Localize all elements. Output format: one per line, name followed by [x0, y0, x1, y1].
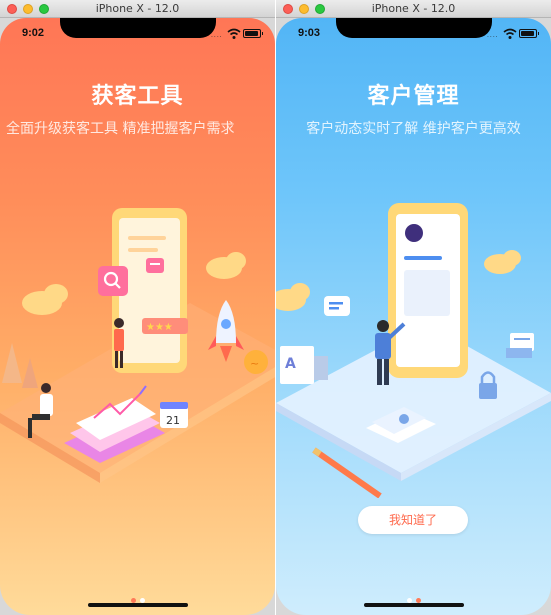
battery-icon: [243, 29, 261, 38]
onboarding-subtitle: 全面升级获客工具 精准把握客户需求: [6, 121, 235, 137]
status-icons: ····: [487, 28, 539, 41]
status-bar: 9:02 ····: [0, 18, 275, 48]
cloud-icon: [484, 250, 521, 274]
window-titlebar[interactable]: iPhone X - 12.0: [276, 0, 551, 18]
svg-text:A: A: [285, 356, 296, 372]
svg-text:~: ~: [250, 357, 259, 370]
onboarding-title: 获客工具: [91, 84, 184, 109]
got-it-button[interactable]: 我知道了: [358, 506, 468, 534]
document-icon: A: [280, 346, 328, 384]
chat-bubble-icon: [146, 258, 164, 273]
device-screen: 9:03 ···· 客户管理 客户动态实时了解 维护客户更高效 A 我知道了: [276, 18, 551, 615]
signal-icon: ····: [487, 34, 499, 41]
home-indicator[interactable]: [364, 603, 464, 607]
rating-stars-icon: ★★★: [142, 318, 188, 334]
device-notch: [60, 18, 216, 38]
battery-icon: [519, 29, 537, 38]
svg-text:21: 21: [166, 414, 180, 427]
status-time: 9:02: [22, 27, 45, 39]
status-time: 9:03: [298, 27, 321, 39]
window-title: iPhone X - 12.0: [95, 2, 180, 15]
device-screen: 9:02 ···· 获客工具 全面升级获客工具 精准把握客户需求 ★★★ ~ 2…: [0, 18, 275, 615]
onboarding-title: 客户管理: [367, 84, 460, 109]
svg-text:★★★: ★★★: [146, 322, 173, 333]
cloud-icon: [276, 283, 310, 311]
device-notch: [336, 18, 492, 38]
coin-icon: ~: [244, 350, 268, 374]
document-icon: [506, 333, 534, 358]
search-icon: [98, 266, 128, 296]
window-title: iPhone X - 12.0: [371, 2, 456, 15]
smartphone-icon: [388, 203, 468, 378]
home-indicator[interactable]: [88, 603, 188, 607]
wifi-icon: [227, 28, 241, 39]
cone-icon: [2, 343, 22, 383]
customer-acquisition-illustration: ★★★ ~ 21: [0, 208, 275, 483]
window-titlebar[interactable]: iPhone X - 12.0: [0, 0, 275, 18]
page-indicator[interactable]: [0, 588, 275, 603]
calendar-icon: 21: [160, 402, 188, 428]
chat-bubble-icon: [324, 296, 350, 316]
page-indicator[interactable]: [276, 588, 551, 603]
onboarding-subtitle: 客户动态实时了解 维护客户更高效: [306, 121, 521, 137]
cloud-icon: [206, 252, 246, 279]
cone-icon: [22, 358, 38, 388]
status-bar: 9:03 ····: [276, 18, 551, 48]
status-icons: ····: [211, 28, 263, 41]
cloud-icon: [22, 284, 68, 315]
signal-icon: ····: [211, 34, 223, 41]
customer-management-illustration: A: [276, 203, 551, 498]
simulator-window-left: iPhone X - 12.0 9:02 ···· 获客工具 全面升级获客工具 …: [0, 0, 275, 615]
wifi-icon: [503, 28, 517, 39]
simulator-window-right: iPhone X - 12.0 9:03 ···· 客户管理 客户动态实时了解 …: [276, 0, 551, 615]
